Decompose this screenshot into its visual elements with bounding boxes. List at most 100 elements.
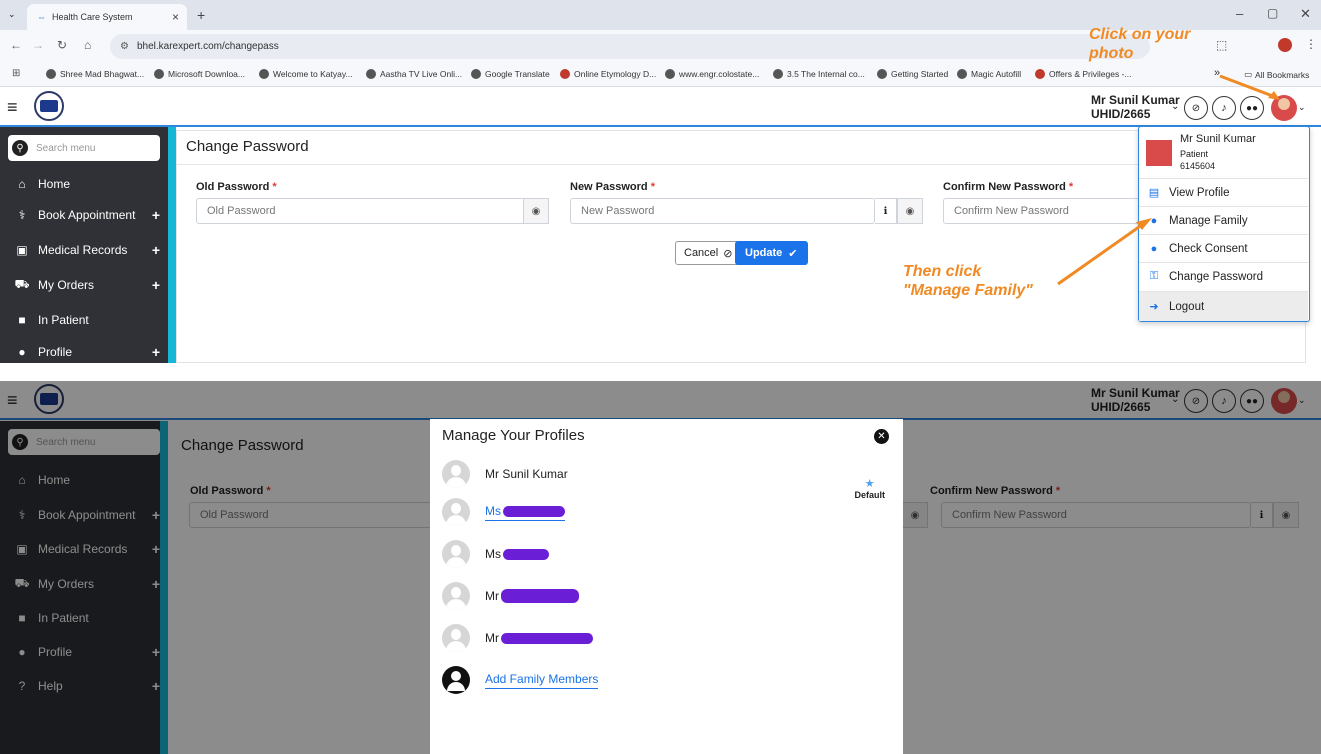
show-new-password-eye-icon[interactable]: ◉ bbox=[897, 198, 923, 224]
browser-tab[interactable]: ⇔ Health Care System × bbox=[27, 4, 187, 30]
bed-icon: ■ bbox=[18, 313, 26, 327]
app-header: ≡ Mr Sunil Kumar UHID/2665 ⌄ ⊘ ♪ ●● ⌄ bbox=[0, 88, 1321, 127]
profile-row[interactable]: Mr bbox=[442, 621, 593, 655]
restore-icon[interactable]: ▢ bbox=[1267, 6, 1278, 20]
update-button[interactable]: Update ✔ bbox=[735, 241, 808, 265]
new-password-input[interactable]: New Password bbox=[570, 198, 875, 224]
sidebar-item-home[interactable]: ⌂ Home bbox=[0, 169, 168, 199]
avatar-chevron-down-icon[interactable]: ⌄ bbox=[1298, 102, 1306, 113]
expand-plus-icon: + bbox=[151, 277, 160, 293]
profile-row[interactable]: Mr Sunil Kumar bbox=[442, 457, 568, 491]
profile-link[interactable]: Ms bbox=[485, 504, 565, 521]
password-info-icon[interactable]: ℹ bbox=[875, 198, 897, 224]
doctor-icon: ⚕ bbox=[18, 208, 26, 222]
bhel-logo[interactable] bbox=[34, 91, 64, 121]
sidebar-item-book-appointment[interactable]: ⚕ Book Appointment + bbox=[0, 200, 168, 230]
profile-dropdown-menu: Mr Sunil Kumar Patient 6145604 ▤ View Pro… bbox=[1138, 126, 1310, 322]
redaction-mark bbox=[503, 505, 565, 517]
default-badge: ★ Default bbox=[854, 478, 885, 500]
avatar-placeholder-icon bbox=[442, 460, 470, 488]
confirm-password-label: Confirm New Password * bbox=[943, 181, 1074, 193]
url-input[interactable]: ⚙ bhel.karexpert.com/changepass bbox=[110, 34, 1150, 59]
add-family-members-link[interactable]: Add Family Members bbox=[485, 672, 599, 689]
cancel-button[interactable]: Cancel ⊘ bbox=[675, 241, 742, 265]
browser-menu-icon[interactable]: ⋮ bbox=[1305, 37, 1317, 51]
cart-icon: ⛟ bbox=[14, 277, 30, 291]
profile-row[interactable]: Mr bbox=[442, 579, 579, 613]
checkmark-icon: ✔ bbox=[788, 247, 798, 260]
redaction-mark bbox=[501, 633, 593, 645]
tab-list-chevron-icon[interactable]: ⌄ bbox=[8, 9, 16, 20]
extensions-icon[interactable]: ⬚ bbox=[1216, 38, 1227, 52]
new-tab-button[interactable]: + bbox=[197, 7, 205, 23]
cancel-icon: ⊘ bbox=[723, 247, 733, 260]
screenshot-top: ⌄ ⇔ Health Care System × + – ▢ ✕ ← → ↻ ⌂… bbox=[0, 0, 1321, 363]
menu-item-view-profile[interactable]: ▤ View Profile bbox=[1139, 178, 1308, 206]
user-chevron-down-icon[interactable]: ⌄ bbox=[1171, 101, 1179, 112]
search-input[interactable]: ⚲ Search menu bbox=[8, 135, 160, 161]
id-card-icon: ▤ bbox=[1148, 187, 1160, 199]
bookmark-item[interactable]: Offers & Privileges -... bbox=[1035, 69, 1132, 79]
bookmark-item[interactable]: Getting Started bbox=[877, 69, 948, 79]
bookmark-item[interactable]: Google Translate bbox=[471, 69, 550, 79]
profile-row[interactable]: Ms bbox=[442, 537, 549, 571]
search-icon: ⚲ bbox=[12, 140, 28, 156]
profile-name: Mr Sunil Kumar bbox=[1180, 133, 1256, 145]
modal-title: Manage Your Profiles bbox=[442, 427, 585, 444]
tab-close-icon[interactable]: × bbox=[172, 10, 179, 24]
add-user-icon bbox=[442, 666, 470, 694]
records-icon: ▣ bbox=[16, 243, 28, 257]
sidebar-item-medical-records[interactable]: ▣ Medical Records + bbox=[0, 235, 168, 265]
tab-title: Health Care System bbox=[52, 12, 133, 22]
logout-icon: ➜ bbox=[1149, 301, 1159, 313]
bookmark-item[interactable]: Online Etymology D... bbox=[560, 69, 656, 79]
back-icon[interactable]: ← bbox=[10, 38, 22, 52]
add-family-row[interactable]: Add Family Members bbox=[442, 663, 599, 697]
sidebar: ⚲ Search menu ⌂ Home ⚕ Book Appointment + ▣… bbox=[0, 127, 168, 363]
profile-role: Patient bbox=[1180, 149, 1209, 159]
new-password-label: New Password * bbox=[570, 181, 655, 193]
window-close-icon[interactable]: ✕ bbox=[1300, 6, 1311, 22]
menu-item-manage-family[interactable]: ● Manage Family bbox=[1139, 206, 1308, 234]
reload-icon[interactable]: ↻ bbox=[57, 38, 67, 52]
minimize-icon[interactable]: – bbox=[1236, 6, 1243, 21]
profile-id: 6145604 bbox=[1180, 161, 1216, 171]
close-icon[interactable]: ✕ bbox=[874, 429, 889, 444]
bookmark-item[interactable]: Shree Mad Bhagwat... bbox=[46, 69, 144, 79]
apps-grid-icon[interactable]: ⊞ bbox=[12, 68, 20, 79]
sidebar-item-profile[interactable]: ● Profile + bbox=[0, 337, 168, 363]
annotation-click-photo: Click on your photo bbox=[1089, 26, 1191, 62]
show-old-password-eye-icon[interactable]: ◉ bbox=[523, 198, 549, 224]
profile-row[interactable]: Ms bbox=[442, 495, 565, 529]
redaction-mark bbox=[503, 549, 549, 561]
bookmark-item[interactable]: www.engr.colostate... bbox=[665, 69, 759, 79]
profile-browser-icon[interactable] bbox=[1278, 38, 1292, 52]
menu-item-logout[interactable]: ➜ Logout bbox=[1139, 291, 1308, 321]
bookmark-item[interactable]: 3.5 The Internal co... bbox=[773, 69, 865, 79]
old-password-input[interactable]: Old Password bbox=[196, 198, 529, 224]
menu-item-check-consent[interactable]: ● Check Consent bbox=[1139, 234, 1308, 262]
avatar-placeholder-icon bbox=[442, 582, 470, 610]
forward-icon[interactable]: → bbox=[32, 38, 44, 52]
menu-item-change-password[interactable]: ⚿ Change Password bbox=[1139, 262, 1308, 290]
old-password-label: Old Password * bbox=[196, 181, 277, 193]
manage-profiles-modal: Manage Your Profiles ✕ Mr Sunil Kumar ★ … bbox=[430, 419, 903, 754]
home-icon[interactable]: ⌂ bbox=[84, 38, 91, 52]
bookmark-item[interactable]: Microsoft Downloa... bbox=[154, 69, 245, 79]
redaction-mark bbox=[501, 589, 579, 604]
site-favicon-icon: ⇔ bbox=[37, 12, 46, 22]
arrow-to-manage-family bbox=[1057, 218, 1152, 286]
site-info-icon[interactable]: ⚙ bbox=[120, 41, 129, 52]
bookmark-item[interactable]: Welcome to Katyay... bbox=[259, 69, 353, 79]
screenshot-bottom: ≡ Mr Sunil Kumar UHID/2665 ⌄ ⊘ ♪ ●● ⌄ ⚲ … bbox=[0, 381, 1321, 754]
sidebar-item-in-patient[interactable]: ■ In Patient bbox=[0, 305, 168, 335]
avatar-placeholder-icon bbox=[442, 624, 470, 652]
expand-plus-icon: + bbox=[151, 207, 160, 223]
arrow-to-photo bbox=[1219, 74, 1280, 100]
annotation-manage-family: Then click "Manage Family" bbox=[903, 263, 1033, 299]
sidebar-item-my-orders[interactable]: ⛟ My Orders + bbox=[0, 270, 168, 300]
bookmark-item[interactable]: Aastha TV Live Onli... bbox=[366, 69, 462, 79]
bookmark-item[interactable]: Magic Autofill bbox=[957, 69, 1021, 79]
header-user-name: Mr Sunil Kumar UHID/2665 bbox=[1091, 93, 1180, 121]
hamburger-menu-icon[interactable]: ≡ bbox=[7, 97, 18, 118]
